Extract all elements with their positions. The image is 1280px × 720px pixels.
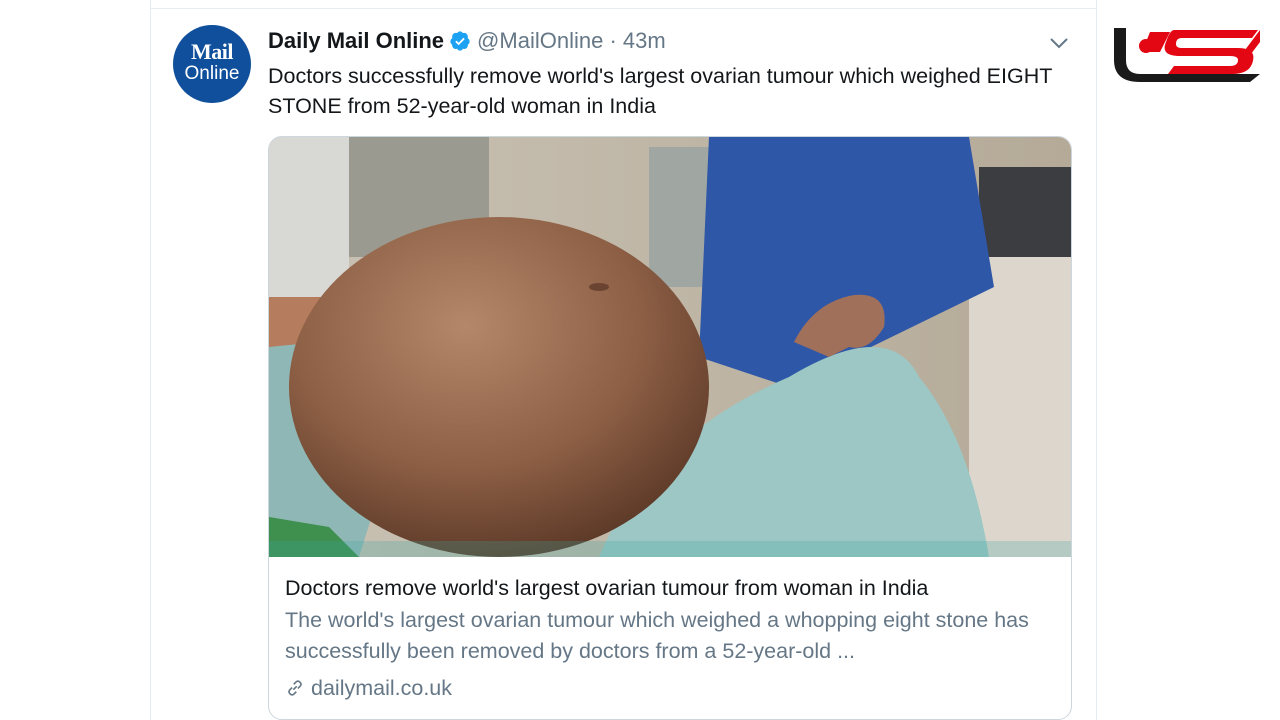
site-logo: [1114, 28, 1260, 82]
link-card[interactable]: Doctors remove world's largest ovarian t…: [268, 136, 1072, 720]
tweet-header: Daily Mail Online @MailOnline · 43m: [268, 27, 666, 55]
avatar-line2: Online: [184, 63, 240, 84]
avatar[interactable]: Mail Online: [173, 25, 251, 103]
avatar-line1: Mail: [191, 39, 234, 64]
timeline-border-right: [1096, 0, 1097, 720]
card-body: Doctors remove world's largest ovarian t…: [285, 573, 1055, 703]
card-image[interactable]: [269, 137, 1071, 557]
card-description: The world's largest ovarian tumour which…: [285, 608, 1029, 663]
author-name[interactable]: Daily Mail Online: [268, 28, 444, 53]
card-domain[interactable]: dailymail.co.uk: [285, 673, 1055, 703]
card-title[interactable]: Doctors remove world's largest ovarian t…: [285, 573, 1055, 603]
link-icon: [288, 680, 302, 696]
chevron-down-icon[interactable]: [1047, 31, 1071, 55]
author-handle[interactable]: @MailOnline: [477, 28, 603, 53]
left-margin: [0, 0, 150, 720]
timestamp[interactable]: 43m: [623, 28, 666, 53]
verified-badge-icon: [450, 31, 470, 51]
separator-dot: ·: [609, 28, 617, 53]
tweet-text: Doctors successfully remove world's larg…: [268, 64, 1052, 118]
card-domain-text[interactable]: dailymail.co.uk: [311, 676, 452, 700]
tweet[interactable]: Mail Online Daily Mail Online @MailOnline…: [151, 9, 1096, 720]
